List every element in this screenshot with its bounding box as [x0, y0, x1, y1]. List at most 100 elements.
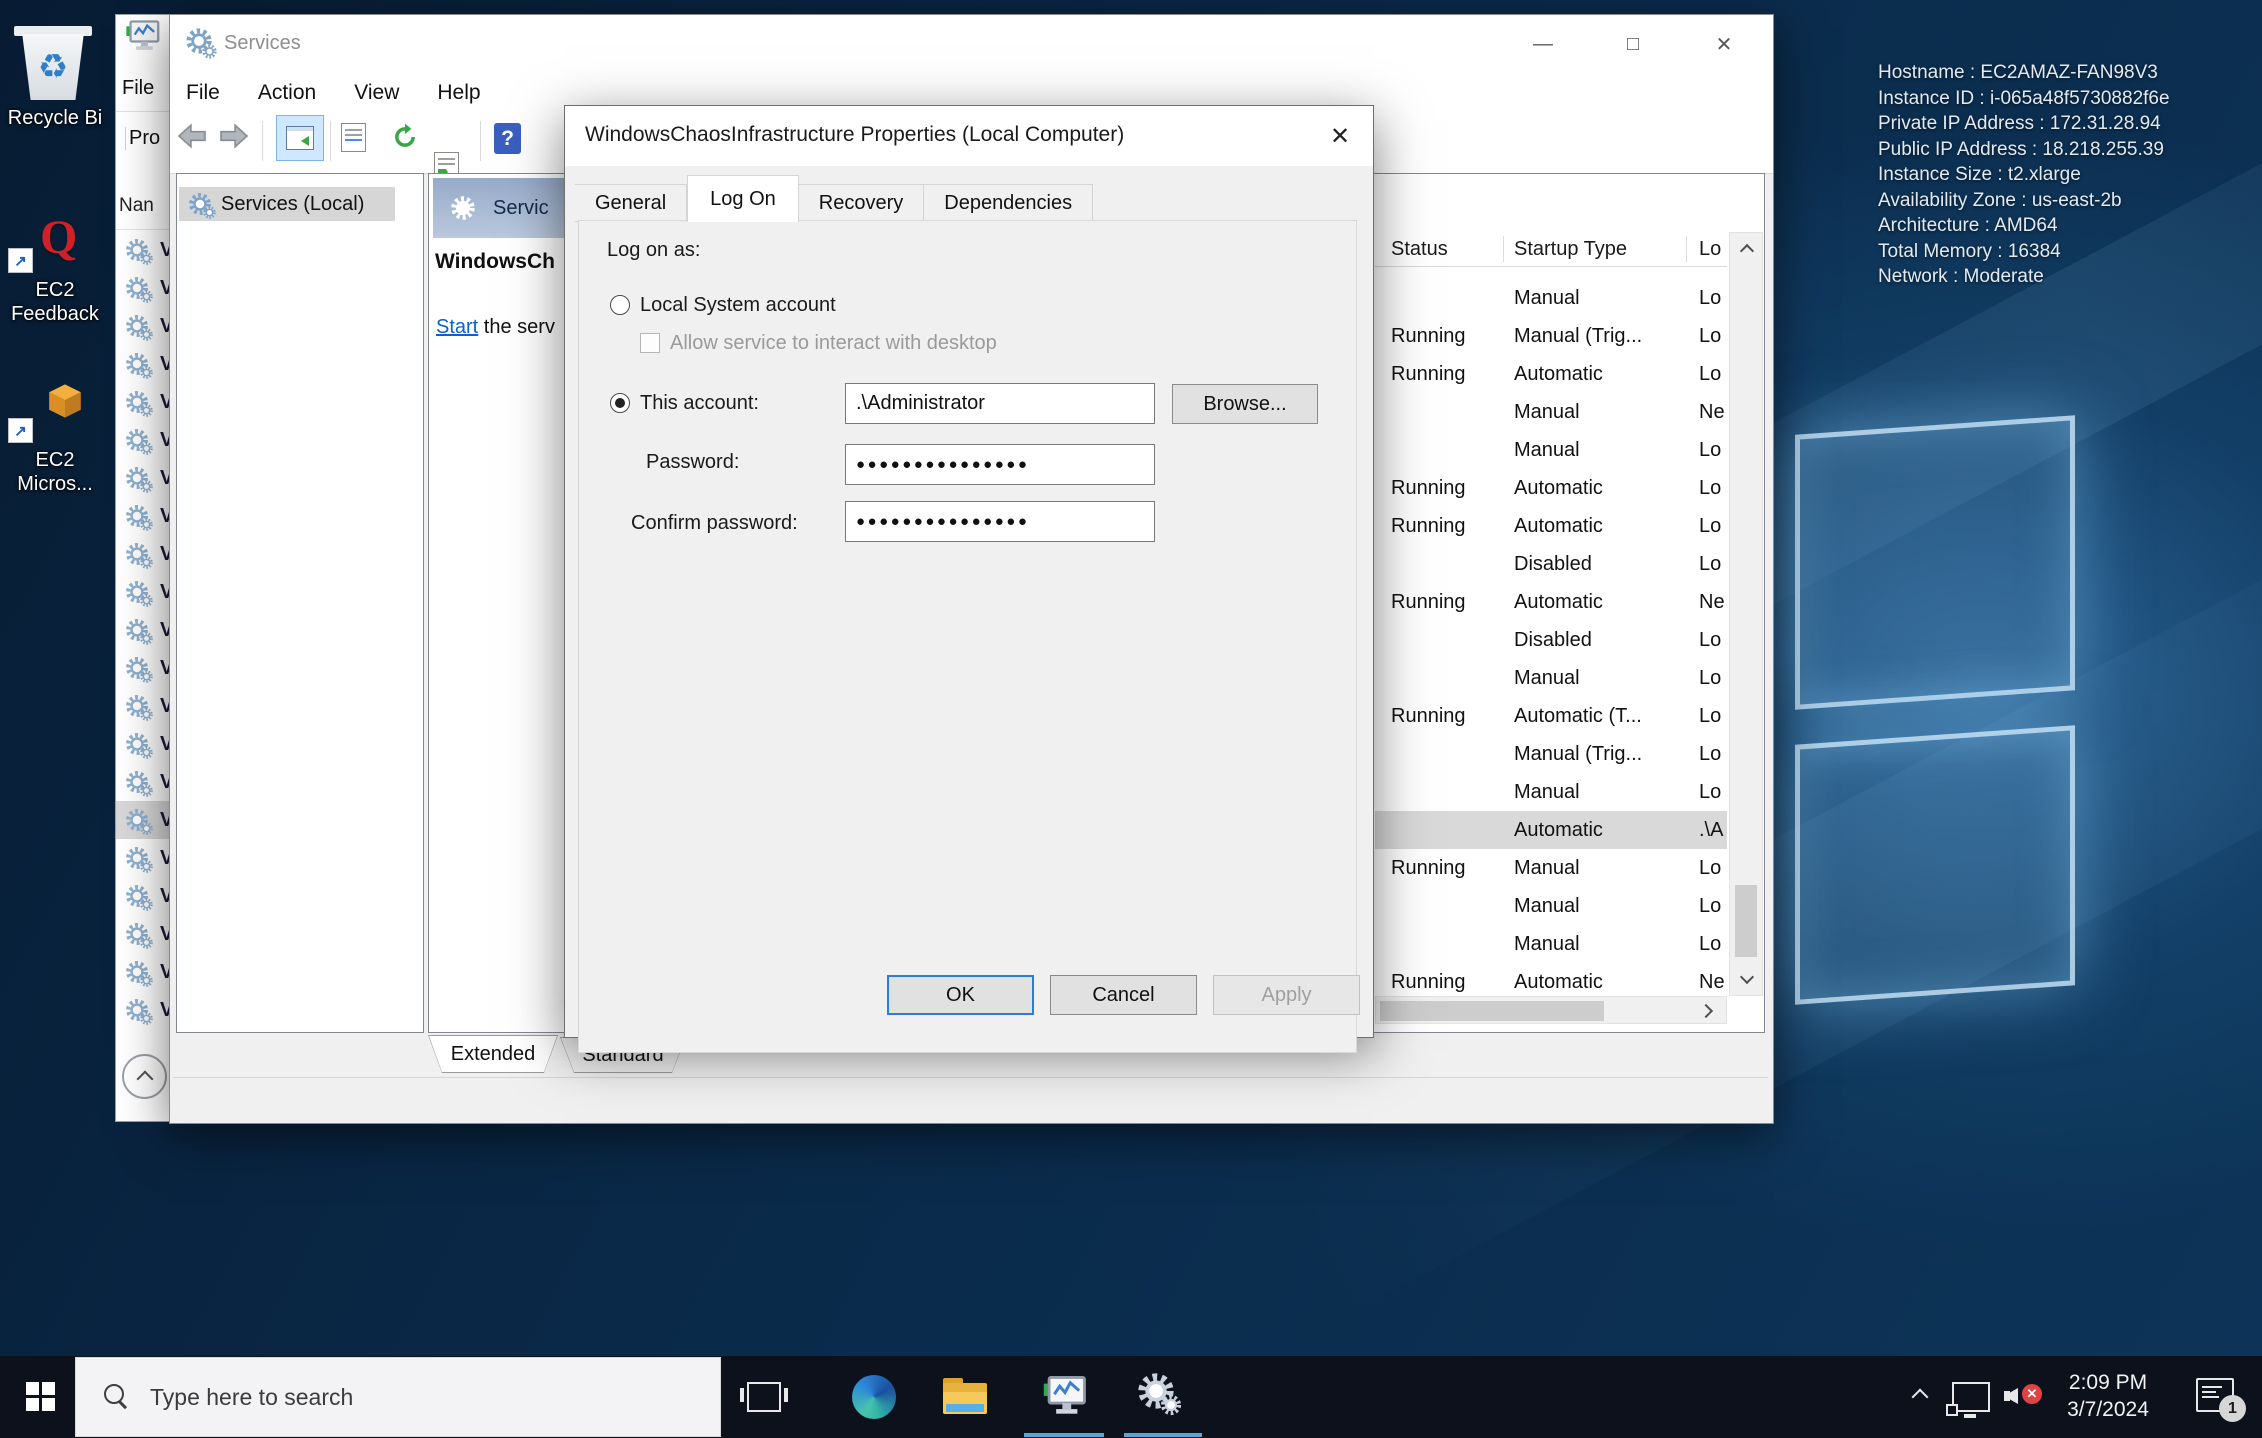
action-center-button[interactable]: 1 — [2196, 1378, 2234, 1412]
background-service-row[interactable]: V — [116, 953, 170, 991]
scroll-up-circle-button[interactable] — [122, 1054, 167, 1099]
service-row[interactable]: Manual Ne — [1375, 393, 1727, 431]
service-row[interactable]: Manual Lo — [1375, 887, 1727, 925]
background-service-row[interactable]: V — [116, 915, 170, 953]
tray-expand-button[interactable] — [1914, 1390, 1926, 1408]
service-row[interactable]: Running Automatic Ne — [1375, 583, 1727, 621]
perfmon-taskbar-button[interactable] — [1042, 1374, 1088, 1423]
horizontal-scrollbar-thumb[interactable] — [1380, 1001, 1604, 1021]
service-row[interactable]: Manual Lo — [1375, 925, 1727, 963]
service-row[interactable]: Disabled Lo — [1375, 621, 1727, 659]
help-icon[interactable]: ? — [494, 123, 521, 154]
start-button[interactable] — [26, 1382, 56, 1412]
background-service-row[interactable]: V — [116, 307, 170, 345]
background-window[interactable]: File Pro Nan V V — [115, 14, 170, 1122]
browse-button[interactable]: Browse... — [1172, 384, 1318, 424]
service-row[interactable]: Disabled Lo — [1375, 545, 1727, 583]
column-header-logon-as[interactable]: Lo — [1686, 232, 1727, 266]
service-row[interactable]: Running Automatic (T... Lo — [1375, 697, 1727, 735]
password-input[interactable] — [845, 444, 1155, 485]
background-service-row[interactable]: V — [116, 459, 170, 497]
dialog-tab[interactable]: Recovery — [799, 184, 924, 222]
background-service-row[interactable]: V — [116, 269, 170, 307]
forward-icon[interactable] — [218, 123, 250, 149]
desktop-icon-ec2-feedback[interactable]: Q EC2 Feedback — [0, 210, 110, 390]
background-service-row[interactable]: V — [116, 839, 170, 877]
background-service-row[interactable]: V — [116, 877, 170, 915]
local-system-label[interactable]: Local System account — [640, 294, 836, 317]
service-row[interactable]: Manual (Trig... Lo — [1375, 735, 1727, 773]
confirm-password-input[interactable] — [845, 501, 1155, 542]
background-toolbar-partial[interactable]: Pro — [125, 127, 160, 150]
show-console-tree-button[interactable] — [276, 115, 324, 161]
cancel-button[interactable]: Cancel — [1050, 975, 1197, 1015]
background-service-row[interactable]: V — [116, 231, 170, 269]
network-tray-icon[interactable] — [1952, 1382, 1990, 1412]
column-header-startup-type[interactable]: Startup Type — [1503, 232, 1686, 266]
task-view-button[interactable] — [747, 1382, 781, 1412]
background-menu-file[interactable]: File — [122, 77, 154, 100]
background-service-row[interactable]: V — [116, 421, 170, 459]
maximize-button[interactable]: □ — [1601, 15, 1665, 73]
menu-item[interactable]: View — [354, 81, 399, 105]
view-tab-extended[interactable]: Extended — [428, 1035, 558, 1073]
background-service-row[interactable]: V — [116, 497, 170, 535]
service-row[interactable]: Manual Lo — [1375, 431, 1727, 469]
ok-button[interactable]: OK — [887, 975, 1034, 1015]
taskbar-search[interactable] — [75, 1357, 721, 1437]
dialog-tab[interactable]: General — [575, 184, 687, 222]
vertical-scrollbar-thumb[interactable] — [1735, 885, 1757, 957]
minimize-button[interactable]: — — [1511, 15, 1575, 73]
close-button[interactable]: ✕ — [1692, 15, 1756, 73]
file-explorer-button[interactable] — [943, 1378, 987, 1414]
dialog-close-button[interactable]: ✕ — [1317, 114, 1363, 158]
background-column-header-name[interactable]: Nan — [119, 195, 154, 217]
service-row[interactable]: Running Automatic Lo — [1375, 507, 1727, 545]
dialog-titlebar[interactable]: WindowsChaosInfrastructure Properties (L… — [565, 106, 1373, 166]
service-row[interactable]: Running Manual Lo — [1375, 849, 1727, 887]
vertical-scrollbar[interactable] — [1729, 232, 1763, 996]
service-row[interactable]: Manual Lo — [1375, 279, 1727, 317]
column-header-status[interactable]: Status — [1375, 232, 1503, 266]
background-service-row[interactable]: V — [116, 345, 170, 383]
local-system-radio[interactable] — [610, 295, 630, 315]
refresh-icon[interactable] — [391, 123, 419, 151]
scroll-up-arrow[interactable] — [1730, 233, 1764, 265]
allow-desktop-checkbox[interactable] — [640, 333, 660, 353]
background-service-row[interactable]: V — [116, 725, 170, 763]
service-row[interactable]: Manual Lo — [1375, 773, 1727, 811]
background-service-row[interactable]: V — [116, 611, 170, 649]
this-account-label[interactable]: This account: — [640, 392, 759, 415]
scroll-right-arrow[interactable] — [1694, 997, 1722, 1025]
this-account-radio[interactable] — [610, 393, 630, 413]
background-service-row[interactable]: V — [116, 801, 170, 839]
desktop-icon-recycle-bin[interactable]: ♻ Recycle Bi — [0, 10, 110, 140]
background-service-row[interactable]: V — [116, 573, 170, 611]
edge-browser-button[interactable] — [852, 1375, 896, 1419]
background-service-row[interactable]: V — [116, 383, 170, 421]
dialog-tab[interactable]: Log On — [687, 175, 799, 222]
service-row[interactable]: Running Automatic Ne — [1375, 963, 1727, 996]
service-row[interactable]: Running Automatic Lo — [1375, 469, 1727, 507]
account-input[interactable] — [845, 383, 1155, 424]
search-input[interactable] — [148, 1383, 632, 1412]
menu-item[interactable]: File — [186, 81, 220, 105]
service-row[interactable]: Running Automatic Lo — [1375, 355, 1727, 393]
background-service-row[interactable]: V — [116, 991, 170, 1029]
services-taskbar-button[interactable] — [1135, 1370, 1177, 1412]
taskbar-clock[interactable]: 2:09 PM 3/7/2024 — [2048, 1369, 2168, 1423]
volume-muted-tray-icon[interactable]: ✕ — [2004, 1382, 2038, 1410]
scroll-down-arrow[interactable] — [1730, 963, 1764, 995]
start-service-link[interactable]: Start — [436, 316, 478, 338]
horizontal-scrollbar[interactable] — [1375, 996, 1727, 1024]
service-row[interactable]: Manual Lo — [1375, 659, 1727, 697]
background-service-row[interactable]: V — [116, 763, 170, 801]
properties-icon[interactable] — [341, 123, 366, 152]
services-titlebar[interactable]: Services — □ ✕ — [170, 15, 1773, 73]
desktop-icon-ec2-micro[interactable]: EC2 Micros... — [0, 380, 110, 560]
menu-item[interactable]: Action — [258, 81, 316, 105]
background-service-row[interactable]: V — [116, 687, 170, 725]
apply-button[interactable]: Apply — [1213, 975, 1360, 1015]
background-service-row[interactable]: V — [116, 535, 170, 573]
background-service-row[interactable]: V — [116, 649, 170, 687]
